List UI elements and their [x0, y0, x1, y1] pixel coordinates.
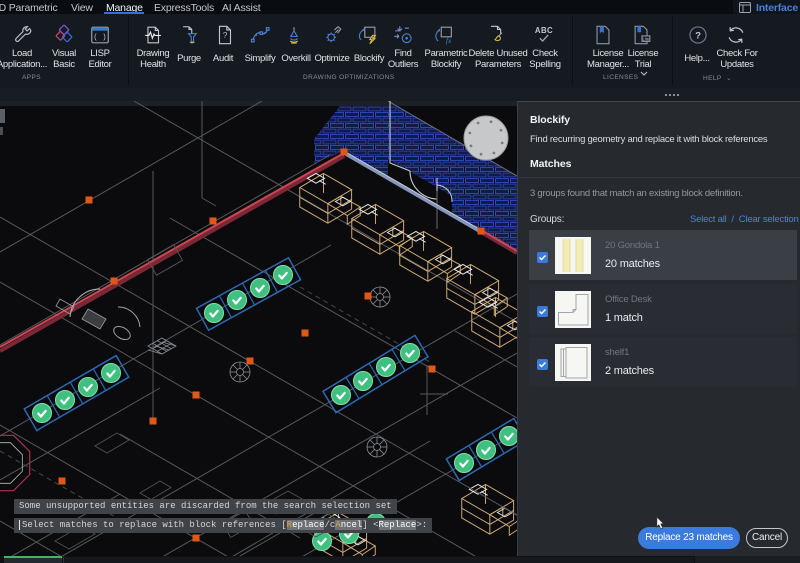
svg-text:ABC: ABC [535, 26, 553, 35]
svg-text:Lite: Lite [643, 36, 650, 41]
svg-text:( ): ( ) [93, 34, 106, 42]
svg-text:fx: fx [446, 36, 452, 45]
svg-text:?: ? [223, 31, 228, 40]
svg-text:?: ? [695, 31, 701, 42]
